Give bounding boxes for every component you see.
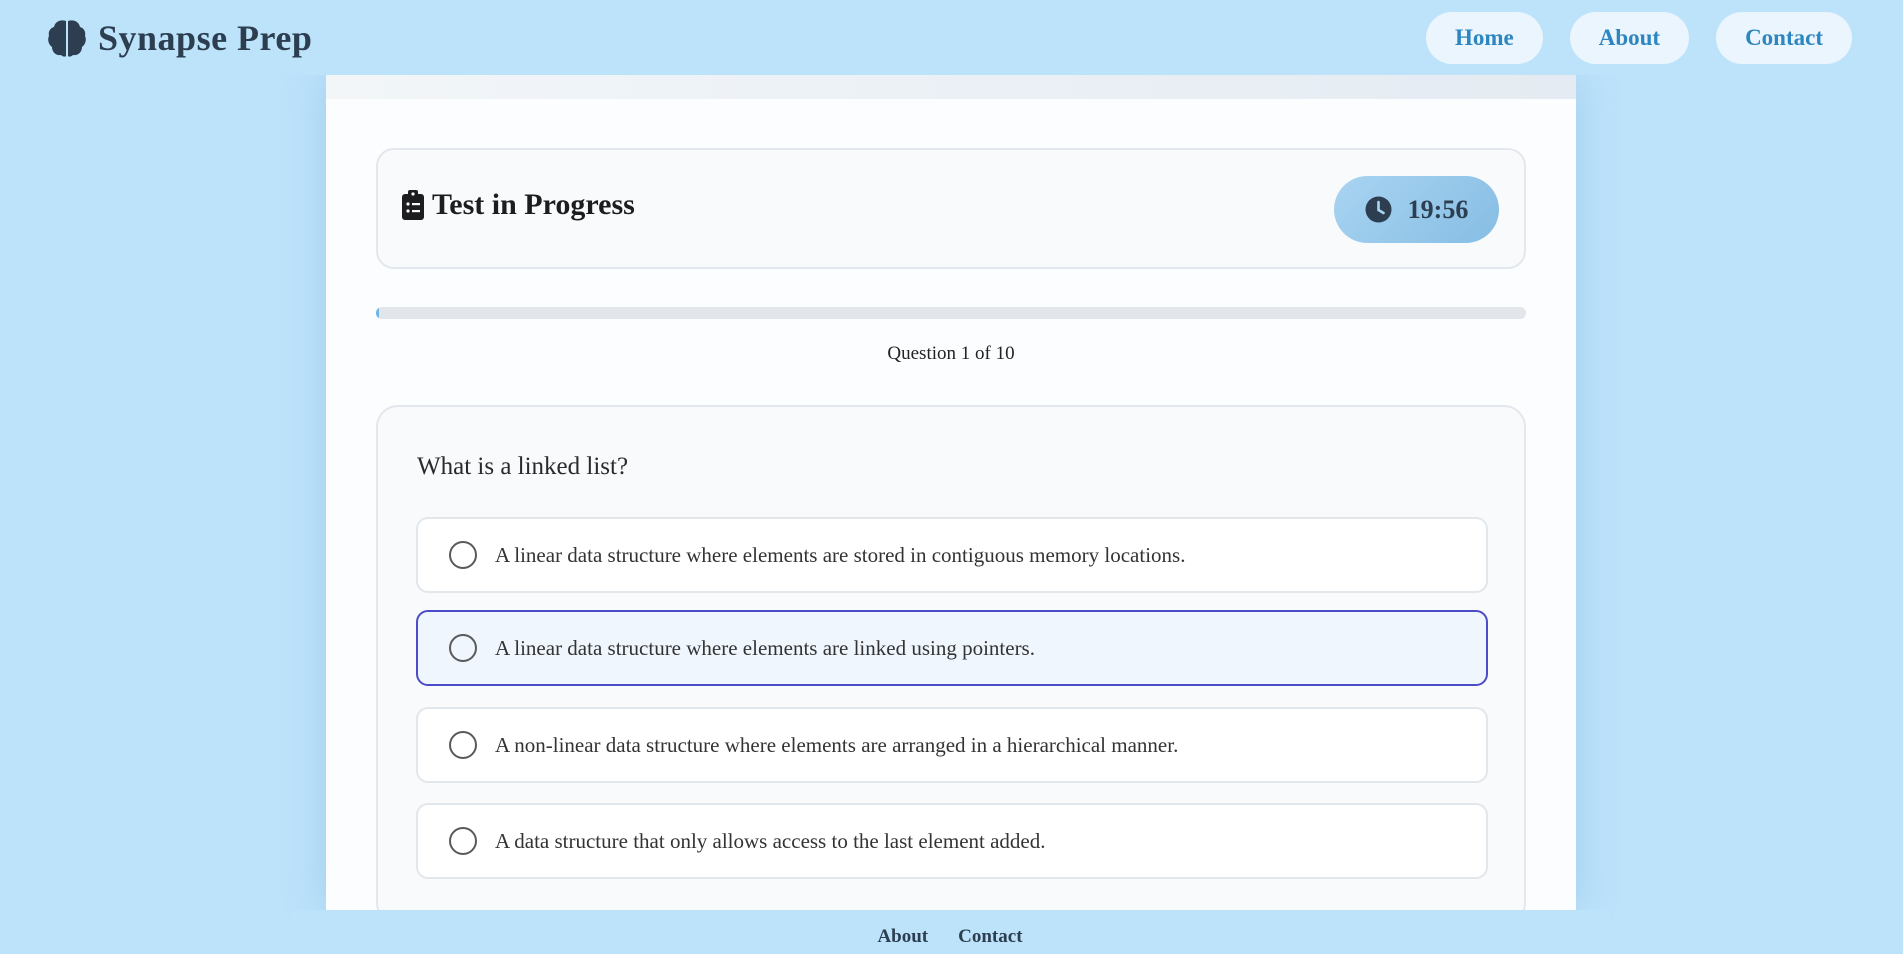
answer-option-label: A non-linear data structure where elemen… (495, 732, 1179, 757)
answer-option-label: A data structure that only allows access… (495, 828, 1046, 853)
brand-title: Synapse Prep (98, 18, 313, 58)
radio-button[interactable] (449, 827, 477, 855)
radio-button[interactable] (449, 731, 477, 759)
footer-about-link[interactable]: About (877, 926, 928, 948)
question-text: What is a linked list? (417, 453, 629, 480)
status-title: Test in Progress (402, 188, 635, 222)
answer-option-2[interactable]: A linear data structure where elements a… (416, 610, 1488, 686)
brand[interactable]: Synapse Prep (48, 14, 312, 62)
radio-button[interactable] (449, 541, 477, 569)
nav-home-button[interactable]: Home (1425, 12, 1543, 64)
answer-option-label: A linear data structure where elements a… (495, 635, 1035, 660)
clipboard-list-icon (402, 190, 424, 220)
answer-option-label: A linear data structure where elements a… (495, 542, 1186, 567)
nav-contact-button[interactable]: Contact (1716, 12, 1852, 64)
footer-contact-link[interactable]: Contact (958, 926, 1022, 948)
question-counter: Question 1 of 10 (887, 343, 1015, 364)
main-nav: Home About Contact (1425, 12, 1852, 64)
panel-top-strip (326, 75, 1576, 99)
test-panel: Test in Progress 19:56 Question 1 of 10 … (326, 75, 1576, 925)
status-title-text: Test in Progress (432, 188, 635, 221)
clock-icon (1365, 196, 1392, 223)
site-header: Synapse Prep Home About Contact (0, 0, 1903, 75)
answer-option-1[interactable]: A linear data structure where elements a… (416, 517, 1488, 593)
progress-bar (376, 307, 1526, 319)
question-card: What is a linked list? A linear data str… (376, 405, 1526, 925)
answer-option-4[interactable]: A data structure that only allows access… (416, 803, 1488, 879)
site-footer: About Contact (290, 910, 1610, 954)
progress-fill (376, 307, 380, 319)
answer-option-3[interactable]: A non-linear data structure where elemen… (416, 707, 1488, 783)
brain-icon (48, 20, 86, 57)
radio-button[interactable] (449, 634, 477, 662)
nav-about-button[interactable]: About (1569, 12, 1690, 64)
test-status-card: Test in Progress 19:56 (376, 148, 1526, 269)
timer-value: 19:56 (1407, 194, 1469, 224)
timer-badge: 19:56 (1334, 176, 1499, 243)
